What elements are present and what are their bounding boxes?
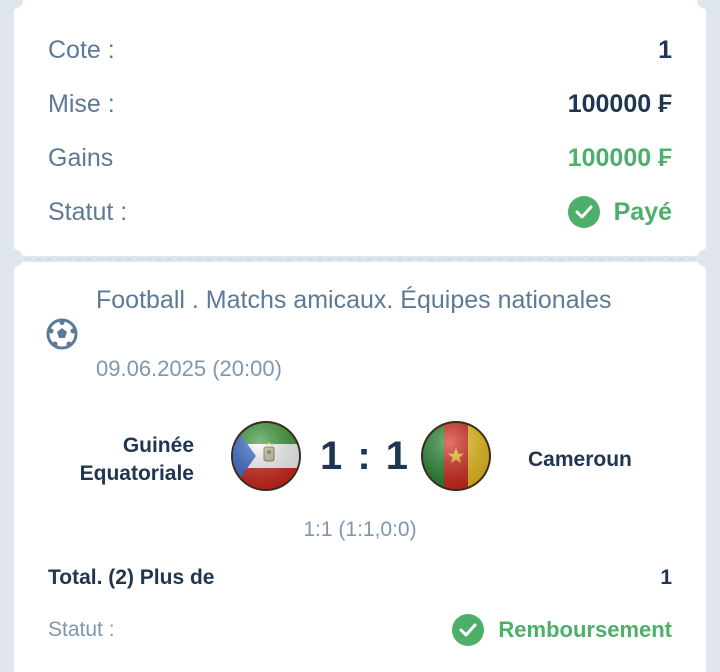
bet-selection-odds: 1 [660, 566, 672, 589]
equatorial-guinea-flag-icon [230, 420, 302, 492]
football-icon [46, 318, 78, 350]
cameroon-flag-icon [420, 420, 492, 492]
ticket-divider [26, 258, 694, 260]
bet-status-label: Statut : [48, 618, 115, 641]
stake-value: 100000 ₣ [567, 89, 672, 118]
odds-row: Cote : 1 [48, 30, 672, 70]
winnings-label: Gains [48, 143, 114, 172]
bet-status-indicator: Remboursement [452, 614, 672, 646]
match-score: 1 : 1 [320, 434, 411, 478]
home-team-name: Guinée Equatoriale [80, 432, 194, 488]
check-circle-icon [452, 614, 485, 646]
score-detail: 1:1 (1:1,0:0) [303, 518, 417, 541]
status-row: Statut : Payé [48, 192, 672, 232]
home-team-line-2: Equatoriale [79, 462, 194, 485]
winnings-row: Gains 100000 ₣ [48, 138, 672, 178]
event-date: 09.06.2025 (20:00) [96, 356, 282, 381]
bet-status-row: Statut : Remboursement [48, 610, 672, 650]
status-label: Statut : [48, 197, 128, 226]
stake-label: Mise : [48, 89, 115, 118]
ticket-notch-left [5, 249, 23, 267]
ticket-notch-right [697, 249, 715, 267]
status-value: Payé [613, 197, 672, 226]
stake-row: Mise : 100000 ₣ [48, 84, 672, 124]
check-circle-icon [567, 196, 600, 228]
home-team-line-1: Guinée [122, 434, 194, 457]
event-title[interactable]: Football . Matchs amicaux. Équipes natio… [96, 284, 616, 317]
bet-selection-row: Total. (2) Plus de 1 [48, 566, 672, 590]
away-team-name: Cameroun [528, 448, 632, 471]
status-indicator: Payé [567, 196, 672, 228]
winnings-value: 100000 ₣ [567, 143, 672, 172]
odds-value: 1 [658, 35, 672, 64]
bet-selection: Total. (2) Plus de [48, 566, 215, 589]
bet-status-value: Remboursement [498, 617, 672, 642]
bet-ticket-page: Cote : 1 Mise : 100000 ₣ Gains 100000 ₣ … [0, 0, 720, 672]
odds-label: Cote : [48, 35, 115, 64]
